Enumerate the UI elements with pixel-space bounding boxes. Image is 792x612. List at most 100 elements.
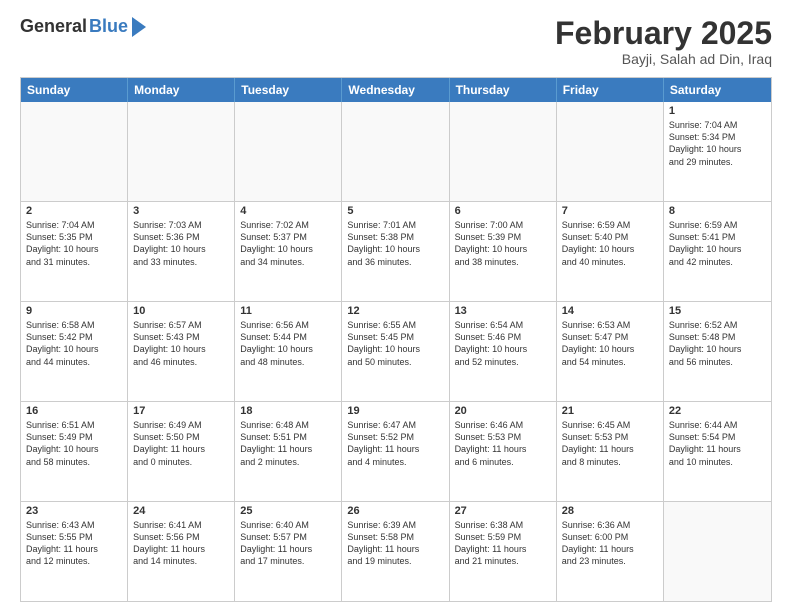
cal-cell: 14 Sunrise: 6:53 AM Sunset: 5:47 PM Dayli… (557, 302, 664, 401)
cell-text: Sunrise: 6:53 AM Sunset: 5:47 PM Dayligh… (562, 319, 658, 368)
day-number: 10 (133, 305, 229, 317)
cal-cell: 16 Sunrise: 6:51 AM Sunset: 5:49 PM Dayli… (21, 402, 128, 501)
cal-header-wednesday: Wednesday (342, 78, 449, 102)
cell-text: Sunrise: 7:00 AM Sunset: 5:39 PM Dayligh… (455, 219, 551, 268)
day-number: 15 (669, 305, 766, 317)
cal-header-sunday: Sunday (21, 78, 128, 102)
cal-cell: 27 Sunrise: 6:38 AM Sunset: 5:59 PM Dayli… (450, 502, 557, 601)
cell-text: Sunrise: 6:40 AM Sunset: 5:57 PM Dayligh… (240, 519, 336, 568)
cell-text: Sunrise: 7:01 AM Sunset: 5:38 PM Dayligh… (347, 219, 443, 268)
location: Bayji, Salah ad Din, Iraq (555, 51, 772, 67)
day-number: 9 (26, 305, 122, 317)
cal-cell: 4 Sunrise: 7:02 AM Sunset: 5:37 PM Daylig… (235, 202, 342, 301)
cell-text: Sunrise: 7:04 AM Sunset: 5:35 PM Dayligh… (26, 219, 122, 268)
logo-arrow-icon (132, 17, 146, 37)
logo-blue-text: Blue (89, 16, 128, 37)
cell-text: Sunrise: 6:39 AM Sunset: 5:58 PM Dayligh… (347, 519, 443, 568)
cal-cell: 11Sunrise: 6:56 AM Sunset: 5:44 PM Dayli… (235, 302, 342, 401)
day-number: 13 (455, 305, 551, 317)
cal-cell: 12 Sunrise: 6:55 AM Sunset: 5:45 PM Dayli… (342, 302, 449, 401)
cell-text: Sunrise: 6:51 AM Sunset: 5:49 PM Dayligh… (26, 419, 122, 468)
day-number: 24 (133, 505, 229, 517)
cal-cell (128, 102, 235, 201)
cal-cell: 24 Sunrise: 6:41 AM Sunset: 5:56 PM Dayli… (128, 502, 235, 601)
cal-cell: 10 Sunrise: 6:57 AM Sunset: 5:43 PM Dayli… (128, 302, 235, 401)
logo: General Blue (20, 16, 146, 37)
cal-cell: 25Sunrise: 6:40 AM Sunset: 5:57 PM Dayli… (235, 502, 342, 601)
day-number: 20 (455, 405, 551, 417)
cell-text: Sunrise: 7:04 AM Sunset: 5:34 PM Dayligh… (669, 119, 766, 168)
cal-cell: 13Sunrise: 6:54 AM Sunset: 5:46 PM Dayli… (450, 302, 557, 401)
cell-text: Sunrise: 6:57 AM Sunset: 5:43 PM Dayligh… (133, 319, 229, 368)
cal-cell (450, 102, 557, 201)
cell-text: Sunrise: 6:56 AM Sunset: 5:44 PM Dayligh… (240, 319, 336, 368)
cal-cell: 20 Sunrise: 6:46 AM Sunset: 5:53 PM Dayli… (450, 402, 557, 501)
logo-general-text: General (20, 16, 87, 37)
cal-cell: 8Sunrise: 6:59 AM Sunset: 5:41 PM Daylig… (664, 202, 771, 301)
cal-cell (342, 102, 449, 201)
day-number: 17 (133, 405, 229, 417)
cal-row-1: 2 Sunrise: 7:04 AM Sunset: 5:35 PM Daylig… (21, 201, 771, 301)
cal-cell: 19 Sunrise: 6:47 AM Sunset: 5:52 PM Dayli… (342, 402, 449, 501)
day-number: 2 (26, 205, 122, 217)
cal-cell (21, 102, 128, 201)
cal-header-monday: Monday (128, 78, 235, 102)
day-number: 22 (669, 405, 766, 417)
calendar-header: SundayMondayTuesdayWednesdayThursdayFrid… (21, 78, 771, 102)
day-number: 16 (26, 405, 122, 417)
cal-cell: 6 Sunrise: 7:00 AM Sunset: 5:39 PM Daylig… (450, 202, 557, 301)
cal-cell: 1 Sunrise: 7:04 AM Sunset: 5:34 PM Daylig… (664, 102, 771, 201)
cell-text: Sunrise: 6:38 AM Sunset: 5:59 PM Dayligh… (455, 519, 551, 568)
cal-header-thursday: Thursday (450, 78, 557, 102)
day-number: 19 (347, 405, 443, 417)
cal-cell: 21Sunrise: 6:45 AM Sunset: 5:53 PM Dayli… (557, 402, 664, 501)
day-number: 14 (562, 305, 658, 317)
month-title: February 2025 (555, 16, 772, 51)
day-number: 26 (347, 505, 443, 517)
cell-text: Sunrise: 7:02 AM Sunset: 5:37 PM Dayligh… (240, 219, 336, 268)
cal-header-tuesday: Tuesday (235, 78, 342, 102)
cell-text: Sunrise: 6:47 AM Sunset: 5:52 PM Dayligh… (347, 419, 443, 468)
cal-cell: 3 Sunrise: 7:03 AM Sunset: 5:36 PM Daylig… (128, 202, 235, 301)
cell-text: Sunrise: 7:03 AM Sunset: 5:36 PM Dayligh… (133, 219, 229, 268)
day-number: 8 (669, 205, 766, 217)
cal-row-3: 16 Sunrise: 6:51 AM Sunset: 5:49 PM Dayli… (21, 401, 771, 501)
day-number: 4 (240, 205, 336, 217)
cell-text: Sunrise: 6:41 AM Sunset: 5:56 PM Dayligh… (133, 519, 229, 568)
cal-cell: 9 Sunrise: 6:58 AM Sunset: 5:42 PM Daylig… (21, 302, 128, 401)
cal-cell: 26 Sunrise: 6:39 AM Sunset: 5:58 PM Dayli… (342, 502, 449, 601)
day-number: 3 (133, 205, 229, 217)
cal-row-4: 23 Sunrise: 6:43 AM Sunset: 5:55 PM Dayli… (21, 501, 771, 601)
day-number: 1 (669, 105, 766, 117)
cell-text: Sunrise: 6:43 AM Sunset: 5:55 PM Dayligh… (26, 519, 122, 568)
cal-cell (664, 502, 771, 601)
day-number: 18 (240, 405, 336, 417)
cell-text: Sunrise: 6:44 AM Sunset: 5:54 PM Dayligh… (669, 419, 766, 468)
cal-cell (235, 102, 342, 201)
cell-text: Sunrise: 6:46 AM Sunset: 5:53 PM Dayligh… (455, 419, 551, 468)
calendar: SundayMondayTuesdayWednesdayThursdayFrid… (20, 77, 772, 602)
cell-text: Sunrise: 6:48 AM Sunset: 5:51 PM Dayligh… (240, 419, 336, 468)
cal-cell: 7Sunrise: 6:59 AM Sunset: 5:40 PM Daylig… (557, 202, 664, 301)
header: General Blue February 2025 Bayji, Salah … (20, 16, 772, 67)
cal-cell: 17 Sunrise: 6:49 AM Sunset: 5:50 PM Dayli… (128, 402, 235, 501)
day-number: 23 (26, 505, 122, 517)
cal-row-0: 1 Sunrise: 7:04 AM Sunset: 5:34 PM Daylig… (21, 102, 771, 201)
cal-cell: 2 Sunrise: 7:04 AM Sunset: 5:35 PM Daylig… (21, 202, 128, 301)
day-number: 6 (455, 205, 551, 217)
cell-text: Sunrise: 6:55 AM Sunset: 5:45 PM Dayligh… (347, 319, 443, 368)
cell-text: Sunrise: 6:36 AM Sunset: 6:00 PM Dayligh… (562, 519, 658, 568)
cal-cell: 23 Sunrise: 6:43 AM Sunset: 5:55 PM Dayli… (21, 502, 128, 601)
cell-text: Sunrise: 6:45 AM Sunset: 5:53 PM Dayligh… (562, 419, 658, 468)
cell-text: Sunrise: 6:49 AM Sunset: 5:50 PM Dayligh… (133, 419, 229, 468)
header-right: February 2025 Bayji, Salah ad Din, Iraq (555, 16, 772, 67)
page: General Blue February 2025 Bayji, Salah … (0, 0, 792, 612)
cal-row-2: 9 Sunrise: 6:58 AM Sunset: 5:42 PM Daylig… (21, 301, 771, 401)
cal-cell: 18 Sunrise: 6:48 AM Sunset: 5:51 PM Dayli… (235, 402, 342, 501)
cell-text: Sunrise: 6:58 AM Sunset: 5:42 PM Dayligh… (26, 319, 122, 368)
day-number: 12 (347, 305, 443, 317)
cell-text: Sunrise: 6:52 AM Sunset: 5:48 PM Dayligh… (669, 319, 766, 368)
calendar-body: 1 Sunrise: 7:04 AM Sunset: 5:34 PM Daylig… (21, 102, 771, 601)
cell-text: Sunrise: 6:59 AM Sunset: 5:40 PM Dayligh… (562, 219, 658, 268)
day-number: 27 (455, 505, 551, 517)
